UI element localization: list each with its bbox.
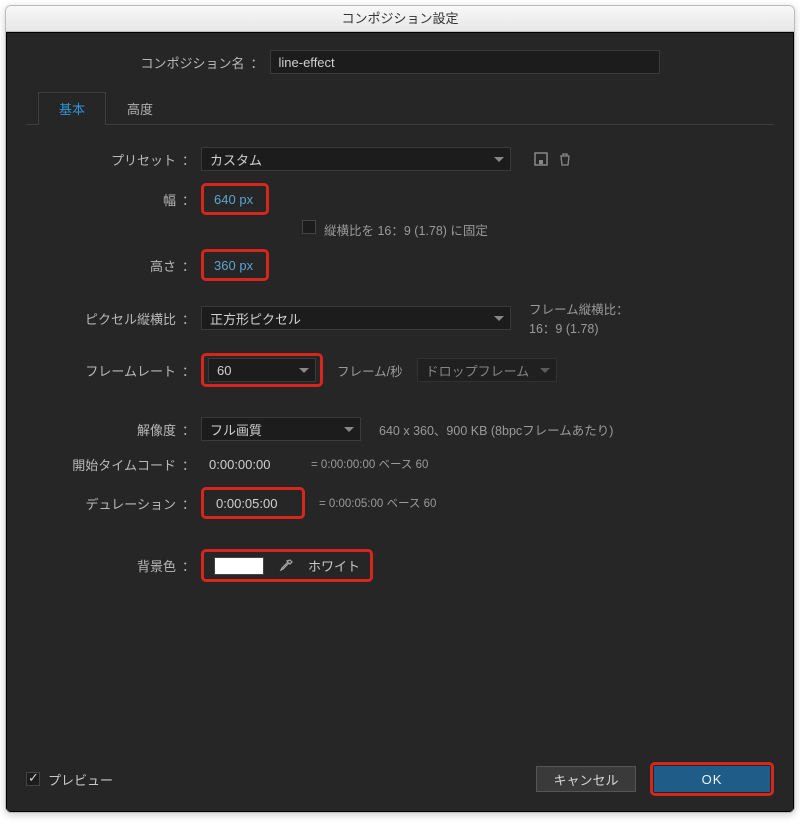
- preset-label: プリセット: [66, 150, 180, 169]
- duration-equals: = 0:00:05:00 ベース 60: [319, 495, 436, 511]
- save-preset-icon[interactable]: [529, 147, 553, 171]
- window-titlebar: コンポジション設定: [6, 6, 794, 32]
- tab-basic[interactable]: 基本: [38, 92, 106, 125]
- lock-aspect-checkbox[interactable]: [302, 220, 316, 234]
- composition-settings-window: コンポジション設定 コンポジション名 ： line-effect 基本 高度 プ…: [5, 5, 795, 813]
- duration-label: デュレーション: [26, 494, 180, 513]
- preview-label: プレビュー: [48, 770, 113, 789]
- chevron-down-icon: [344, 427, 354, 432]
- chevron-down-icon: [494, 316, 504, 321]
- chevron-down-icon: [299, 368, 309, 373]
- height-label: 高さ: [66, 256, 180, 275]
- lock-aspect-label: 縦横比を 16：9 (1.78) に固定: [324, 220, 488, 239]
- frame-aspect-info: フレーム縦横比： 16：9 (1.78): [529, 299, 629, 337]
- framerate-select[interactable]: 60: [208, 358, 316, 382]
- delete-preset-icon[interactable]: [553, 147, 577, 171]
- width-label: 幅: [66, 190, 180, 209]
- start-tc-label: 開始タイムコード: [26, 455, 180, 474]
- bgcolor-label: 背景色: [26, 556, 180, 575]
- dropframe-select[interactable]: ドロップフレーム: [417, 358, 557, 382]
- cancel-button[interactable]: キャンセル: [536, 766, 636, 792]
- comp-name-label: コンポジション名: [140, 53, 248, 72]
- comp-name-input[interactable]: line-effect: [270, 50, 660, 74]
- preset-select[interactable]: カスタム: [201, 147, 511, 171]
- ok-button[interactable]: OK: [654, 766, 770, 792]
- bgcolor-swatch[interactable]: [214, 557, 264, 575]
- duration-input[interactable]: 0:00:05:00: [208, 492, 298, 514]
- pixel-aspect-select[interactable]: 正方形ピクセル: [201, 306, 511, 330]
- bgcolor-name: ホワイト: [308, 556, 360, 575]
- window-content: コンポジション名 ： line-effect 基本 高度 プリセット ： カスタ…: [6, 32, 794, 812]
- height-input[interactable]: 360 px: [208, 254, 262, 276]
- start-tc-input[interactable]: 0:00:00:00: [201, 453, 297, 475]
- start-tc-equals: = 0:00:00:00 ベース 60: [311, 456, 428, 472]
- chevron-down-icon: [494, 157, 504, 162]
- pixel-aspect-label: ピクセル縦横比: [26, 309, 180, 328]
- framerate-unit: フレーム/秒: [337, 361, 403, 380]
- tab-advanced[interactable]: 高度: [106, 92, 174, 125]
- resolution-info: 640 x 360、900 KB (8bpcフレームあたり): [379, 420, 613, 439]
- width-input[interactable]: 640 px: [208, 188, 262, 210]
- chevron-down-icon: [540, 368, 550, 373]
- eyedropper-icon[interactable]: [276, 557, 296, 575]
- tabs: 基本 高度: [26, 92, 774, 125]
- resolution-label: 解像度: [26, 420, 180, 439]
- resolution-select[interactable]: フル画質: [201, 417, 361, 441]
- window-title: コンポジション設定: [341, 11, 458, 26]
- preview-checkbox[interactable]: [26, 772, 40, 786]
- framerate-label: フレームレート: [26, 361, 180, 380]
